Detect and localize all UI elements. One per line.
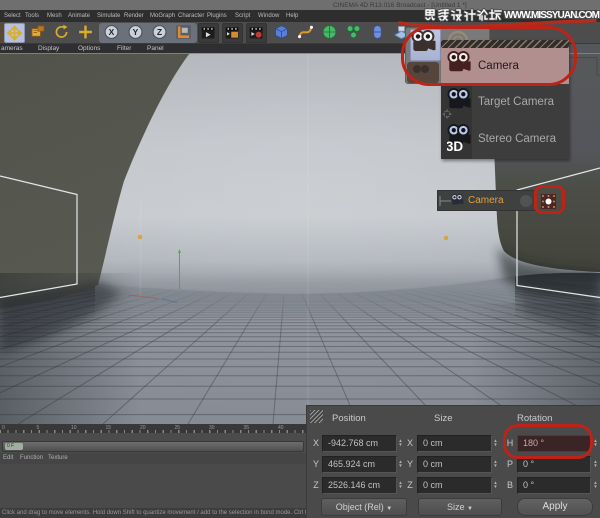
svg-text:Y: Y	[133, 27, 139, 37]
svg-text:3D: 3D	[447, 139, 463, 151]
svg-text:Z: Z	[157, 27, 162, 37]
svg-text:X: X	[109, 27, 115, 37]
